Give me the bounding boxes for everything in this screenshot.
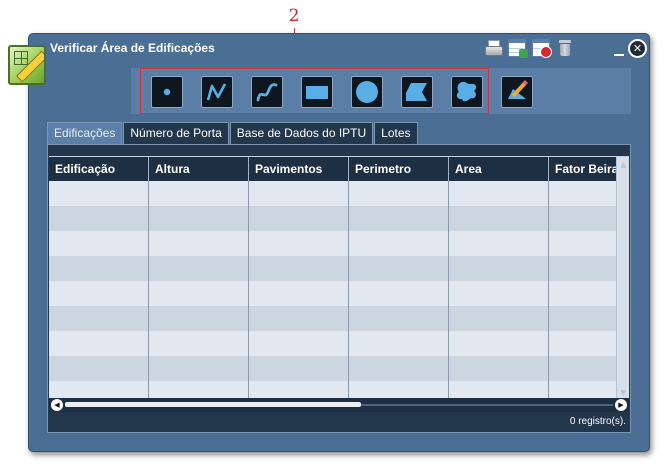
column-header-perimetro[interactable]: Perimetro	[349, 157, 449, 181]
grid-body	[49, 181, 629, 399]
table-remove-icon[interactable]	[532, 39, 552, 58]
freehand-line-tool-icon[interactable]	[251, 76, 283, 108]
close-icon: ✕	[630, 41, 645, 56]
rectangle-tool-icon[interactable]	[301, 76, 333, 108]
empty-row	[49, 331, 629, 356]
horizontal-scrollbar[interactable]: ◀ ▶	[49, 398, 629, 412]
empty-row	[49, 206, 629, 231]
polygon-tool-icon[interactable]	[401, 76, 433, 108]
printer-icon[interactable]	[484, 39, 503, 57]
tab-lotes[interactable]: Lotes	[374, 122, 418, 144]
vertical-scrollbar[interactable]: ▲ ▼	[616, 157, 629, 399]
drawing-toolbar	[131, 68, 631, 114]
empty-row	[49, 256, 629, 281]
column-header-area[interactable]: Area	[449, 157, 549, 181]
polyline-tool-icon[interactable]	[201, 76, 233, 108]
edit-pencil-tool-icon[interactable]	[501, 76, 533, 108]
close-button[interactable]: ✕	[628, 39, 647, 58]
trash-icon[interactable]	[556, 39, 574, 57]
tab-base-de-dados-iptu[interactable]: Base de Dados do IPTU	[229, 122, 374, 144]
freehand-polygon-tool-icon[interactable]	[451, 76, 483, 108]
column-header-pavimentos[interactable]: Pavimentos	[249, 157, 349, 181]
tab-edificacoes[interactable]: Edificações	[47, 122, 123, 144]
empty-row	[49, 281, 629, 306]
column-header-edificacao[interactable]: Edificação	[49, 157, 149, 181]
empty-row	[49, 356, 629, 381]
scroll-right-icon[interactable]: ▶	[615, 399, 627, 411]
table-export-icon[interactable]	[508, 39, 528, 58]
app-logo-icon	[8, 45, 46, 85]
scroll-left-icon[interactable]: ◀	[51, 399, 63, 411]
window-title: Verificar Área de Edificações	[50, 41, 215, 55]
empty-row	[49, 306, 629, 331]
point-tool-icon[interactable]	[151, 76, 183, 108]
tab-panel: Edificação Altura Pavimentos Perimetro A…	[47, 144, 631, 433]
empty-row	[49, 231, 629, 256]
minimize-icon[interactable]	[614, 54, 624, 56]
tab-numero-de-porta[interactable]: Número de Porta	[123, 122, 229, 144]
scroll-up-icon[interactable]: ▲	[619, 160, 628, 169]
empty-row	[49, 381, 629, 399]
grid-header: Edificação Altura Pavimentos Perimetro A…	[49, 157, 629, 181]
data-grid: Edificação Altura Pavimentos Perimetro A…	[49, 156, 629, 399]
record-count: 0 registro(s).	[569, 416, 626, 427]
scroll-thumb[interactable]	[65, 402, 361, 407]
dialog-window: Verificar Área de Edificações ✕ Edificaç…	[28, 33, 650, 452]
circle-tool-icon[interactable]	[351, 76, 383, 108]
logo-grid	[14, 51, 28, 65]
title-bar-actions	[484, 39, 574, 58]
tab-bar: Edificações Número de Porta Base de Dado…	[47, 122, 419, 144]
scroll-down-icon[interactable]: ▼	[619, 388, 628, 397]
empty-row	[49, 181, 629, 206]
column-header-altura[interactable]: Altura	[149, 157, 249, 181]
annotation-number: 2	[288, 6, 300, 26]
